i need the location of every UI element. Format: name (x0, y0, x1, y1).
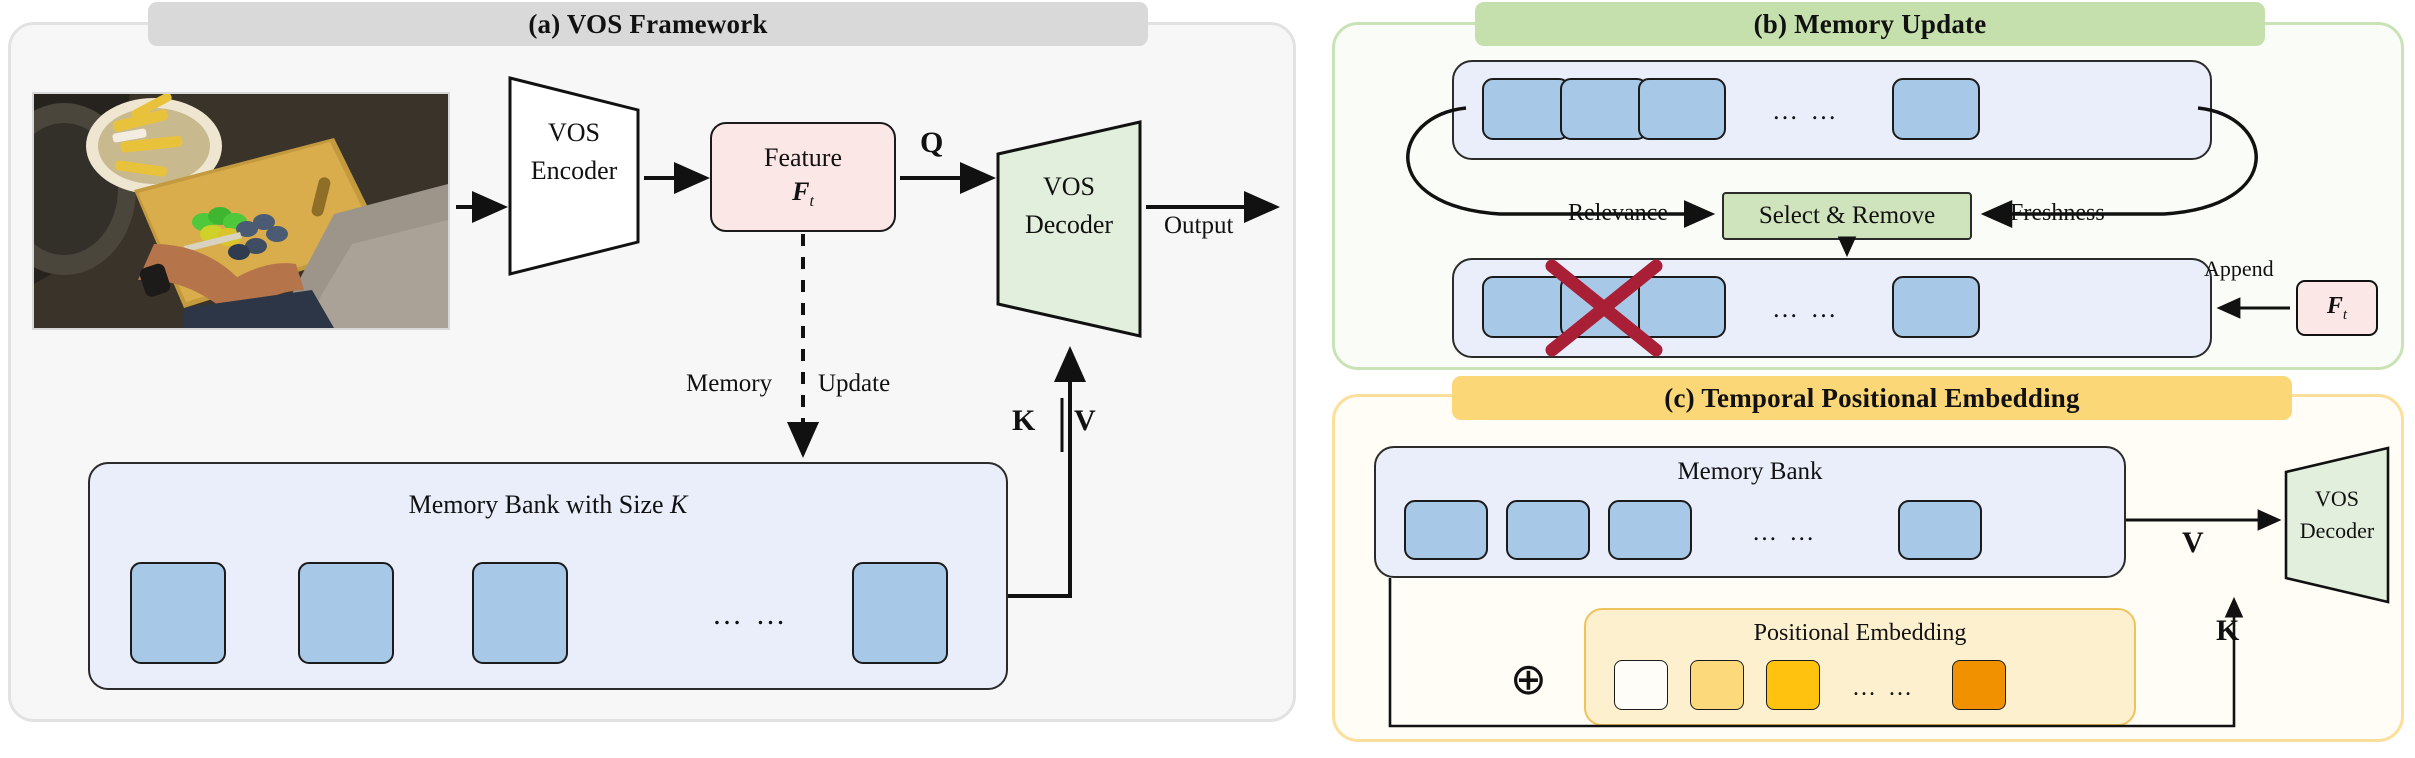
panel-b-title: (b) Memory Update (1475, 2, 2265, 46)
panel-a-title: (a) VOS Framework (148, 2, 1148, 46)
input-video-frame (32, 92, 450, 330)
memory-block[interactable] (298, 562, 394, 664)
value-label: V (1074, 404, 1096, 437)
relevance-label: Relevance (1568, 200, 1668, 226)
memory-bank-b-top-ellipsis: … … (1772, 96, 1840, 125)
freshness-label: Freshness (2010, 200, 2105, 226)
positional-embedding-block[interactable] (1614, 660, 1668, 710)
memory-bank-b-bottom-ellipsis: … … (1772, 294, 1840, 323)
memory-block[interactable] (1638, 276, 1726, 338)
memory-block[interactable] (1506, 500, 1590, 560)
memory-bank-a-title-text: Memory Bank with Size (408, 490, 671, 519)
memory-bank-a-ellipsis: … … (712, 598, 789, 631)
memory-block-removed[interactable] (1560, 276, 1648, 338)
memory-block[interactable] (1892, 276, 1980, 338)
video-frame-illustration (34, 94, 448, 328)
positional-embedding-ellipsis: … … (1852, 675, 1915, 701)
memory-block[interactable] (1892, 78, 1980, 140)
memory-bank-a-title: Memory Bank with Size K (88, 490, 1008, 520)
positional-embedding-block[interactable] (1690, 660, 1744, 710)
memory-bank-c-label: Memory Bank (1677, 458, 1823, 485)
vos-decoder-c-label-line2: Decoder (2299, 518, 2375, 543)
output-label: Output (1164, 212, 1234, 239)
memory-block[interactable] (1638, 78, 1726, 140)
panel-c-title: (c) Temporal Positional Embedding (1452, 376, 2292, 420)
vos-encoder-label-line2: Encoder (530, 156, 618, 185)
feature-subscript: t (809, 193, 814, 211)
vos-decoder-label-line1: VOS (1042, 172, 1095, 201)
memory-block[interactable] (130, 562, 226, 664)
append-feature-subscript: t (2342, 306, 2348, 323)
key-label: K (1012, 404, 1036, 437)
vos-decoder-label-line2: Decoder (1024, 210, 1114, 239)
append-label: Append (2204, 256, 2274, 281)
positional-embedding-label: Positional Embedding (1753, 620, 1967, 646)
memory-bank-c-ellipsis: … … (1752, 519, 1818, 546)
vos-encoder-label-line1: VOS (547, 118, 600, 147)
memory-block[interactable] (1482, 78, 1570, 140)
feature-symbol: F (792, 176, 810, 206)
select-and-remove-button[interactable]: Select & Remove (1722, 192, 1972, 240)
circled-plus-icon: ⊕ (1510, 655, 1547, 704)
figure-root: (a) VOS Framework VOS Encoder Feature Ft… (0, 0, 2415, 758)
memory-block[interactable] (1560, 78, 1648, 140)
memory-block[interactable] (1404, 500, 1488, 560)
select-and-remove-label: Select & Remove (1758, 202, 1936, 229)
memory-block[interactable] (472, 562, 568, 664)
append-feature-symbol: F (2326, 292, 2343, 319)
feature-box: Feature Ft (710, 122, 896, 232)
query-label: Q (920, 126, 944, 159)
memory-bank-a-title-symbol: K (670, 490, 688, 519)
memory-block[interactable] (852, 562, 948, 664)
key-label-c: K (2216, 614, 2240, 647)
positional-embedding-block[interactable] (1952, 660, 2006, 710)
vos-decoder-c-label-line1: VOS (2314, 486, 2359, 511)
memory-block[interactable] (1608, 500, 1692, 560)
update-label: Update (818, 370, 891, 397)
value-label-c: V (2182, 526, 2204, 559)
memory-block[interactable] (1482, 276, 1570, 338)
positional-embedding-block[interactable] (1766, 660, 1820, 710)
feature-label: Feature (764, 142, 842, 172)
memory-label: Memory (686, 370, 773, 397)
memory-block[interactable] (1898, 500, 1982, 560)
append-feature-box: Ft (2296, 280, 2378, 336)
